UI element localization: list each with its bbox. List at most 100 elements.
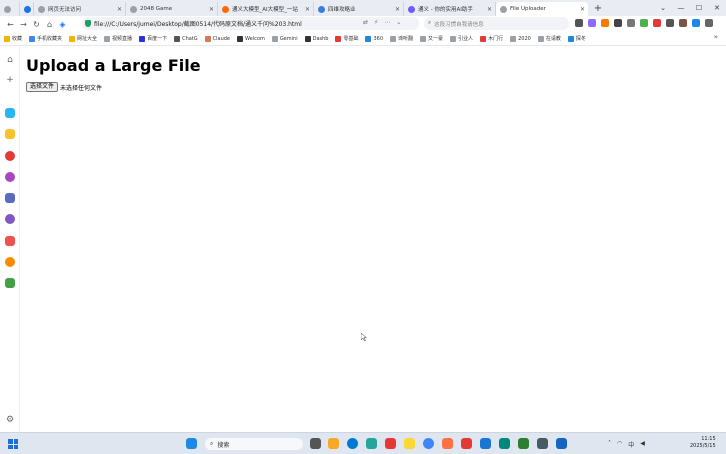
bookmark-15[interactable]: 木门行: [480, 35, 503, 42]
tab-actions-button[interactable]: [20, 2, 34, 16]
tab-4[interactable]: 通义 - 你的实用AI助手 ✕: [404, 2, 496, 16]
bookmark-14[interactable]: 引业人: [450, 35, 473, 42]
back-icon[interactable]: ←: [4, 20, 17, 29]
settings-gear-icon[interactable]: ⚙: [4, 415, 16, 425]
puzzle-extensions-icon[interactable]: [614, 19, 622, 27]
tab-0[interactable]: 网页无法访问 ✕: [34, 2, 126, 16]
volume-icon[interactable]: ◀: [640, 440, 645, 449]
edge-icon[interactable]: [347, 438, 358, 449]
store-icon[interactable]: [366, 438, 377, 449]
tab-list-icon[interactable]: ⌄: [654, 0, 672, 16]
extension-purple-icon[interactable]: [588, 19, 596, 27]
dropdown-icon[interactable]: ⌄: [396, 19, 401, 26]
tab-1-close-icon[interactable]: ✕: [209, 6, 214, 13]
bookmark-17[interactable]: 在请教: [537, 35, 561, 42]
app-teal-icon[interactable]: [499, 438, 510, 449]
app-green-icon[interactable]: [518, 438, 529, 449]
tab-3-close-icon[interactable]: ✕: [395, 6, 400, 13]
tab-5-close-icon[interactable]: ✕: [580, 6, 585, 13]
lightning-icon[interactable]: ⚡: [374, 19, 378, 26]
minimize-icon[interactable]: —: [672, 0, 690, 16]
start-windows-icon[interactable]: [8, 439, 18, 449]
taskbar-widget-icon[interactable]: [186, 438, 197, 449]
tab-2[interactable]: 通义大模型_AI大模型_一站 ✕: [218, 2, 314, 16]
address-url[interactable]: file:///C:/Users/jumei/Desktop/截图0514/代码…: [94, 19, 302, 28]
wifi-icon[interactable]: ◠: [617, 440, 622, 449]
bookmark-7[interactable]: Welcom: [237, 35, 265, 42]
choose-file-button[interactable]: 选择文件: [26, 82, 59, 92]
undo-icon[interactable]: [666, 19, 674, 27]
add-sidebar-icon[interactable]: +: [4, 75, 16, 85]
input-language[interactable]: 中: [628, 440, 634, 449]
bookmark-12[interactable]: 谛听翻: [390, 35, 413, 42]
page-icon: [567, 35, 574, 42]
home-icon[interactable]: ⌂: [43, 20, 56, 29]
extension-orange-icon[interactable]: [601, 19, 609, 27]
sidebar-weibo-icon[interactable]: [5, 257, 15, 267]
bookmarks-more-button[interactable]: »: [714, 33, 718, 41]
sidebar-app-6-icon[interactable]: [5, 214, 15, 224]
app-yellow-icon[interactable]: [404, 438, 415, 449]
sidebar-toggle-icon[interactable]: [640, 19, 648, 27]
sidebar-app-5-icon[interactable]: [5, 193, 15, 203]
home-sidebar-icon[interactable]: ⌂: [4, 55, 16, 65]
tab-2-close-icon[interactable]: ✕: [305, 6, 310, 13]
tab-1[interactable]: 2048 Game ✕: [126, 2, 218, 16]
tab-4-close-icon[interactable]: ✕: [487, 6, 492, 13]
taskbar-clock[interactable]: 11:15 2025/5/15: [690, 436, 716, 450]
bookmark-11[interactable]: 360: [365, 35, 383, 42]
forward-icon[interactable]: →: [17, 20, 30, 29]
app-dark-icon[interactable]: [537, 438, 548, 449]
tab-0-label: 网页无法访问: [48, 7, 82, 13]
tab-5-active[interactable]: File Uploader ✕: [496, 2, 588, 16]
close-window-icon[interactable]: ✕: [708, 0, 726, 16]
sidebar-app-9-icon[interactable]: [5, 278, 15, 288]
wps-icon[interactable]: [461, 438, 472, 449]
app-navy-icon[interactable]: [556, 438, 567, 449]
file-input[interactable]: 选择文件 未选择任何文件: [26, 82, 201, 92]
sidebar-app-1-icon[interactable]: [5, 108, 15, 118]
bookmark-0[interactable]: 收藏: [4, 35, 22, 42]
bookmark-1[interactable]: 手机收藏夹: [29, 35, 62, 42]
favorites-icon[interactable]: [653, 19, 661, 27]
chrome-icon[interactable]: [423, 438, 434, 449]
bookmark-10[interactable]: 零基础: [335, 35, 358, 42]
bookmark-3[interactable]: 视频直播: [104, 35, 132, 42]
bookmark-9[interactable]: Dashb: [304, 35, 328, 42]
maximize-icon[interactable]: ☐: [690, 0, 708, 16]
bookmark-8[interactable]: Gemini: [271, 35, 298, 42]
more-icon[interactable]: ⋯: [384, 19, 390, 26]
github-icon: [237, 35, 244, 42]
scissors-icon[interactable]: [575, 19, 583, 27]
sidebar-app-3-icon[interactable]: [5, 151, 15, 161]
account-icon[interactable]: [692, 19, 700, 27]
bookmark-2[interactable]: 网址大全: [69, 35, 97, 42]
bookmark-16[interactable]: 2020: [510, 35, 531, 42]
app-orange-icon[interactable]: [442, 438, 453, 449]
sidebar-game-icon[interactable]: [5, 236, 15, 246]
translate-icon[interactable]: ⇄: [363, 19, 368, 26]
file-explorer-icon[interactable]: [328, 438, 339, 449]
taskbar-search-label: 搜索: [217, 441, 230, 449]
bookmark-18[interactable]: 探冬: [567, 35, 586, 42]
sidebar-app-4-icon[interactable]: [5, 172, 15, 182]
taskbar-search-box[interactable]: ⌕ 搜索: [205, 438, 303, 450]
app-red-icon[interactable]: [385, 438, 396, 449]
tab-0-close-icon[interactable]: ✕: [117, 6, 122, 13]
bookmark-5[interactable]: ChatG: [174, 35, 198, 42]
bookmark-13[interactable]: 又一豪: [420, 35, 443, 42]
task-view-icon[interactable]: [310, 438, 321, 449]
bookmark-4[interactable]: 百度一下: [139, 35, 167, 42]
search-box[interactable]: ⌕ 这段习惯自我请信息: [424, 17, 569, 30]
new-tab-button[interactable]: +: [592, 3, 604, 14]
sidebar-app-2-icon[interactable]: [5, 129, 15, 139]
bookmark-6[interactable]: Claude: [204, 35, 230, 42]
tab-3[interactable]: 四维攻略业 ✕: [314, 2, 404, 16]
ai-assistant-icon[interactable]: ◈: [56, 20, 69, 29]
app-blue-icon[interactable]: [480, 438, 491, 449]
browser-profile-icon[interactable]: [0, 2, 20, 16]
menu-icon[interactable]: [705, 19, 713, 27]
tray-chevron-icon[interactable]: ˄: [608, 440, 611, 449]
reload-icon[interactable]: ↻: [30, 20, 43, 29]
wallet-icon[interactable]: [679, 19, 687, 27]
